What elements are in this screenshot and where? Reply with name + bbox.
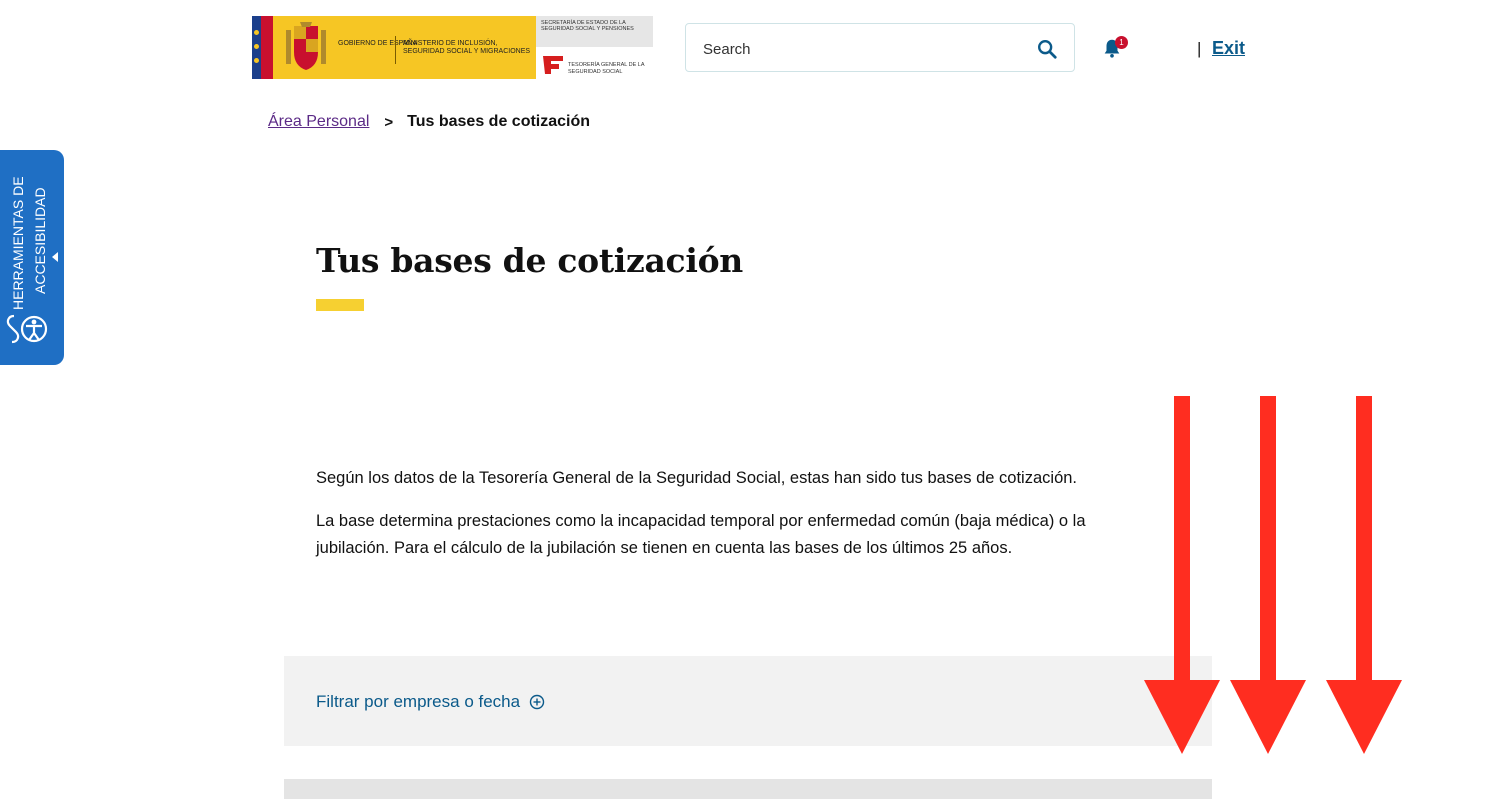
- notification-badge: 1: [1115, 36, 1128, 49]
- accessibility-icon: [6, 314, 48, 344]
- intro-paragraph-1: Según los datos de la Tesorería General …: [316, 469, 1078, 487]
- ministry-label: Ministerio de Inclusión, Seguridad Socia…: [403, 40, 531, 55]
- breadcrumb: Área Personal > Tus bases de cotización: [268, 113, 590, 131]
- exit-link[interactable]: Exit: [1212, 38, 1245, 59]
- secretaria-label: Secretaría de Estado de la Seguridad Soc…: [541, 20, 634, 32]
- caret-left-icon: [52, 252, 58, 262]
- accessibility-tab-label-line2: ACCESIBILIDAD: [32, 187, 48, 294]
- search-icon[interactable]: [1036, 38, 1058, 60]
- search-box[interactable]: [685, 23, 1075, 72]
- coat-of-arms-icon: [286, 22, 326, 70]
- gobierno-logo: Gobierno de España Ministerio de Inclusi…: [252, 16, 536, 79]
- filter-panel: Filtrar por empresa o fecha: [284, 656, 1212, 746]
- search-input[interactable]: [701, 36, 1025, 62]
- filter-toggle-link[interactable]: Filtrar por empresa o fecha: [316, 692, 545, 712]
- eu-flag-icon: [252, 16, 261, 79]
- tgss-mark-icon: [543, 56, 563, 74]
- filter-label: Filtrar por empresa o fecha: [316, 692, 521, 711]
- title-accent-bar: [316, 299, 364, 311]
- tgss-label: Tesorería General de la Seguridad Social: [568, 62, 645, 75]
- plus-circle-icon: [529, 694, 545, 710]
- header-separator: |: [1197, 39, 1202, 58]
- header-logo[interactable]: Gobierno de España Ministerio de Inclusi…: [252, 16, 653, 79]
- tgss-logo: Secretaría de Estado de la Seguridad Soc…: [536, 16, 653, 79]
- red-arrow-down-icon: [1144, 396, 1220, 754]
- page-title: Tus bases de cotización: [316, 241, 743, 280]
- breadcrumb-current: Tus bases de cotización: [407, 113, 591, 130]
- intro-text: Según los datos de la Tesorería General …: [316, 465, 1156, 578]
- intro-paragraph-2: La base determina prestaciones como la i…: [316, 512, 1086, 557]
- results-panel: [284, 779, 1212, 799]
- red-arrow-down-icon: [1326, 396, 1402, 754]
- chevron-right-icon: >: [384, 113, 394, 131]
- red-arrow-down-icon: [1230, 396, 1306, 754]
- breadcrumb-area-personal-link[interactable]: Área Personal: [268, 113, 369, 131]
- accessibility-tools-tab[interactable]: HERRAMIENTAS DE ACCESIBILIDAD: [0, 150, 64, 365]
- accessibility-tab-label-line1: HERRAMIENTAS DE: [10, 176, 26, 310]
